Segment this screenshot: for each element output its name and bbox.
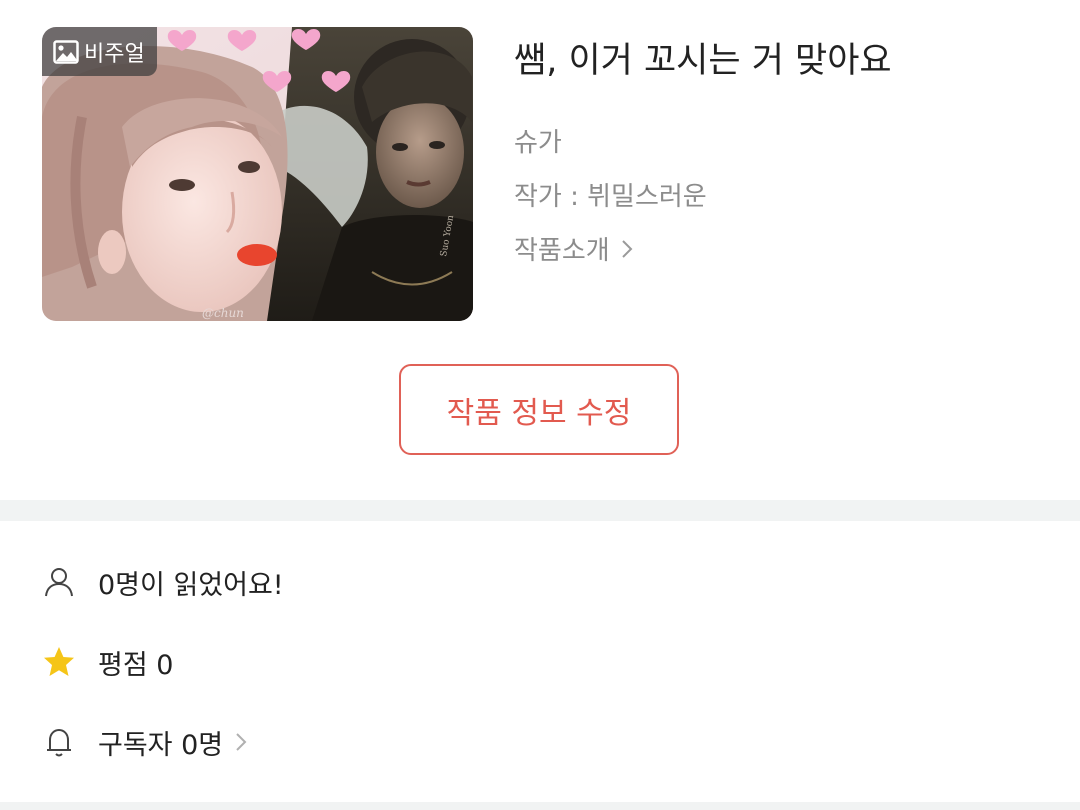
work-title: 쌤, 이거 꼬시는 거 맞아요 <box>514 41 892 81</box>
star-icon <box>44 647 74 676</box>
bottom-divider <box>0 802 1080 810</box>
work-intro-link[interactable]: 작품소개 <box>514 230 634 267</box>
visual-badge: 비주얼 <box>42 27 157 76</box>
work-category: 슈가 <box>514 128 562 158</box>
image-icon <box>53 39 79 64</box>
chevron-right-icon <box>236 733 247 751</box>
cover-image[interactable]: @chun Suo Yoon 비주얼 <box>42 27 473 321</box>
watermark-left: @chun <box>202 306 244 320</box>
visual-badge-label: 비주얼 <box>84 41 145 67</box>
work-author: 작가 : 뷔밀스러운 <box>514 182 707 212</box>
subscribers-label: 구독자 0명 <box>98 729 224 761</box>
section-divider <box>0 500 1080 521</box>
readers-stat: 0명이 읽었어요! <box>42 562 284 602</box>
work-intro-label: 작품소개 <box>514 236 610 266</box>
edit-work-info-button[interactable]: 작품 정보 수정 <box>399 364 679 455</box>
bell-icon <box>47 729 71 757</box>
subscribers-link[interactable]: 구독자 0명 <box>42 722 247 762</box>
rating-stat: 평점 0 <box>42 642 173 682</box>
chevron-right-icon <box>621 239 633 258</box>
person-icon <box>45 568 73 597</box>
rating-label: 평점 0 <box>98 649 174 681</box>
readers-count-label: 0명이 읽었어요! <box>98 569 284 601</box>
work-detail-page: @chun Suo Yoon 비주얼 쌤, 이거 꼬시는 거 맞아요 슈가 작가… <box>0 0 1080 810</box>
